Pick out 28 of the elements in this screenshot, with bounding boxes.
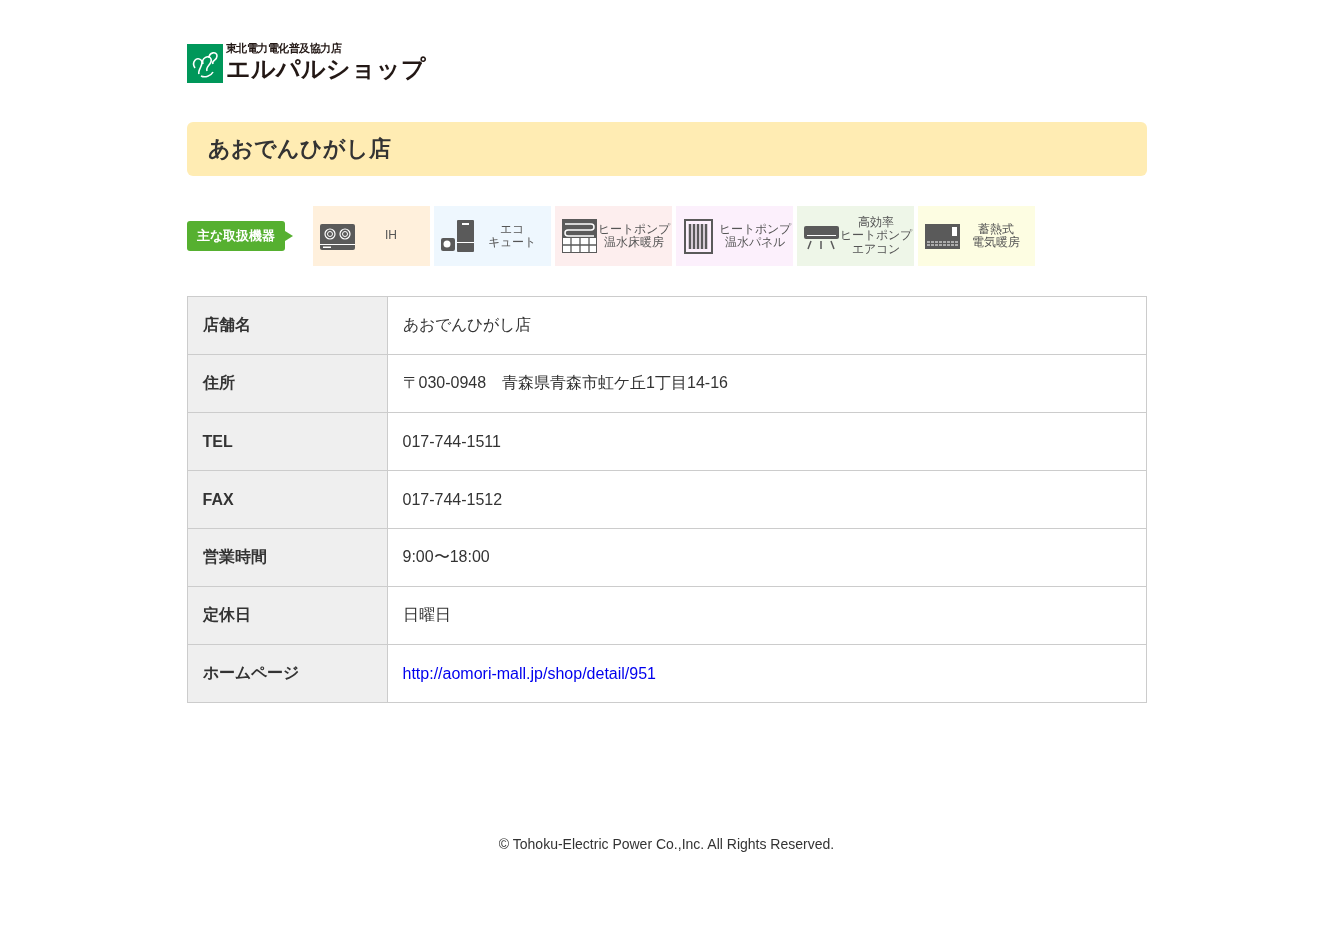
row-label: ホームページ <box>187 644 387 703</box>
row-value: 017-744-1512 <box>387 470 1146 529</box>
equipment-name: エコ キュート <box>487 222 537 250</box>
row-label: 住所 <box>187 354 387 413</box>
row-label: TEL <box>187 412 387 471</box>
floor-heating-icon <box>560 218 598 254</box>
row-label: 定休日 <box>187 586 387 645</box>
logo-icon <box>186 43 223 83</box>
equipment-name: 高効率 ヒートポンプ エアコン <box>839 216 912 256</box>
row-value: あおでんひがし店 <box>387 296 1146 355</box>
homepage-link[interactable]: http://aomori-mall.jp/shop/detail/951 <box>402 664 656 682</box>
equipment-name: ヒートポンプ 温水パネル <box>718 222 791 250</box>
row-value: 9:00〜18:00 <box>387 528 1146 587</box>
logo-wordmark: エルパルショップ <box>225 54 426 84</box>
row-value: 〒030-0948 青森県青森市虹ケ丘1丁目14-16 <box>387 354 1146 413</box>
equipment-name: ヒートポンプ 温水床暖房 <box>597 222 670 250</box>
row-value: 日曜日 <box>387 586 1146 645</box>
row-label: 営業時間 <box>187 528 387 587</box>
pointer-icon <box>284 231 293 241</box>
row-value: 017-744-1511 <box>387 412 1146 471</box>
equipment-name: IH <box>384 229 398 243</box>
equipment-name: 蓄熱式 電気暖房 <box>971 222 1021 250</box>
page-title: あおでんひがし店 <box>186 122 1147 176</box>
logo-tagline: 東北電力電化普及協力店 <box>225 42 343 54</box>
copyright-text: © Tohoku-Electric Power Co.,Inc. All Rights Reserved. <box>497 836 836 852</box>
water-heater-icon <box>439 218 477 254</box>
row-label: 店舗名 <box>187 296 387 355</box>
row-label: FAX <box>187 470 387 529</box>
